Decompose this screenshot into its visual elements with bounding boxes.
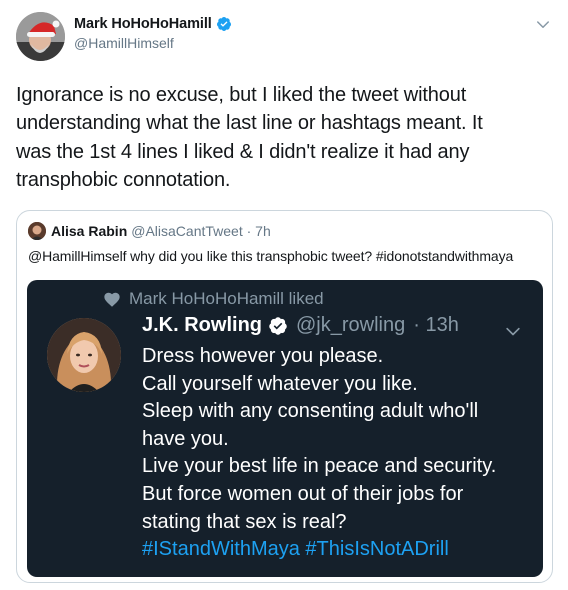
embedded-text-line: Dress however you please. <box>142 345 384 367</box>
quoted-handle-time: @AlisaCantTweet · 7h <box>131 223 271 239</box>
verified-badge-icon <box>269 316 287 335</box>
user-names: Mark HoHoHoHamill @HamillHimself <box>74 16 232 51</box>
quoted-tweet-text: @HamillHimself why did you like this tra… <box>28 248 514 264</box>
tweet-text-line: was the 1st 4 lines I liked & I didn't r… <box>16 140 470 163</box>
embedded-text-line: Call yourself whatever you like. <box>142 372 418 395</box>
embedded-handle: @jk_rowling <box>296 314 406 336</box>
tweet-card[interactable]: Mark HoHoHoHamill @HamillHimself Ignoran… <box>0 0 568 590</box>
tweet-header: Mark HoHoHoHamill @HamillHimself <box>16 12 552 64</box>
avatar-image-icon <box>28 222 46 240</box>
display-name-row: Mark HoHoHoHamill <box>74 16 232 32</box>
embedded-hashtags: #IStandWithMaya #ThisIsNotADrill <box>142 538 449 561</box>
chevron-down-icon <box>506 327 520 336</box>
liked-row: Mark HoHoHoHamill liked <box>103 289 324 309</box>
quoted-user-avatar <box>28 222 46 240</box>
embedded-text-line: Sleep with any consenting adult who'll <box>142 400 479 423</box>
tweet-text: Ignorance is no excuse, but I liked the … <box>16 81 546 194</box>
tweet-text-line: Ignorance is no excuse, but I liked the … <box>16 84 467 106</box>
user-avatar[interactable] <box>16 12 65 61</box>
avatar-santa-hat-icon <box>16 12 65 61</box>
chevron-down-icon[interactable] <box>534 16 552 34</box>
tweet-text-line: transphobic connotation. <box>16 168 231 191</box>
embedded-user-avatar <box>47 318 121 392</box>
liked-by-text: Mark HoHoHoHamill liked <box>129 289 324 308</box>
embedded-screenshot: Mark HoHoHoHamill liked J.K. Rowling @jk… <box>27 280 543 577</box>
embedded-time: · 13h <box>413 314 459 336</box>
embedded-text-line: But force women out of their jobs for <box>142 482 464 505</box>
display-name[interactable]: Mark HoHoHoHamill <box>74 16 212 32</box>
embedded-text-line: have you. <box>142 427 229 450</box>
tweet-text-line: understanding what the last line or hash… <box>16 112 483 135</box>
embedded-text-line: stating that sex is real? <box>142 510 347 533</box>
quoted-tweet[interactable]: Alisa Rabin @AlisaCantTweet · 7h @Hamill… <box>16 210 553 583</box>
quoted-display-name: Alisa Rabin <box>51 223 128 239</box>
verified-badge-icon <box>216 17 231 31</box>
embedded-tweet-text: Dress however you please. Call yourself … <box>142 343 532 564</box>
embedded-text-line: Live your best life in peace and securit… <box>142 455 497 478</box>
embedded-display-name: J.K. Rowling <box>142 314 262 336</box>
user-handle[interactable]: @HamillHimself <box>74 35 232 51</box>
avatar-image-icon <box>47 318 121 392</box>
quoted-tweet-header: Alisa Rabin @AlisaCantTweet · 7h <box>17 211 552 241</box>
embedded-header: J.K. Rowling @jk_rowling · 13h <box>142 314 459 337</box>
heart-icon <box>104 292 120 307</box>
